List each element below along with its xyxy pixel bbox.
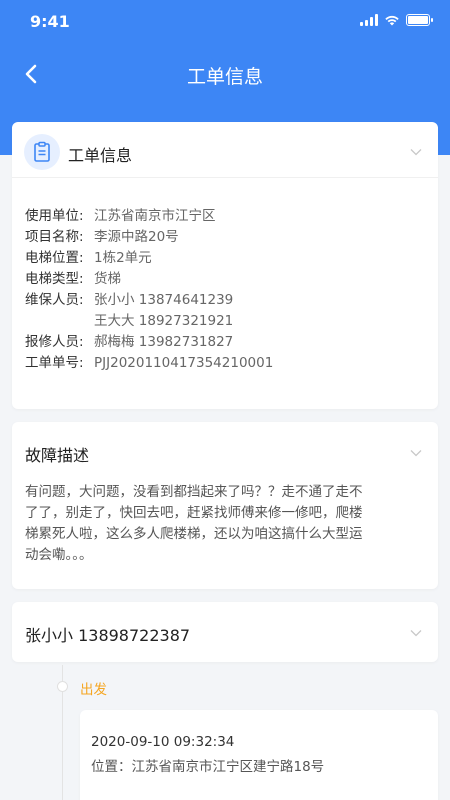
work-order-info-title: 工单信息 [68, 146, 133, 165]
info-row-elevator-location: 电梯位置: 1栋2单元 [25, 250, 152, 266]
timeline-event-card: 2020-09-10 09:32:34 位置：江苏省南京市江宁区建宁路18号 [80, 710, 438, 800]
chevron-down-icon[interactable] [410, 629, 422, 637]
signal-icon [360, 14, 378, 26]
event-location: 位置：江苏省南京市江宁区建宁路18号 [91, 759, 325, 775]
staff-contact-title: 张小小 13898722387 [25, 626, 191, 645]
info-row-reporter: 报修人员: 郝梅梅 13982731827 [25, 334, 234, 350]
info-row-maintenance-staff-2: 王大大 18927321921 [94, 313, 234, 329]
work-order-info-header[interactable]: 工单信息 [12, 122, 438, 178]
page-title: 工单信息 [186, 66, 263, 88]
event-time: 2020-09-10 09:32:34 [91, 734, 235, 750]
fault-description-card[interactable]: 故障描述 有问题，大问题，没看到都挡起来了吗？？走不通了走不了了，别走了，快回去… [12, 422, 438, 589]
info-row-order-number: 工单单号: PJJ2020110417354210001 [25, 355, 274, 371]
info-row-unit: 使用单位: 江苏省南京市江宁区 [25, 208, 216, 224]
staff-contact-card[interactable]: 张小小 13898722387 [12, 602, 438, 662]
status-bar: 9:41 [0, 0, 450, 44]
timeline-dot [57, 681, 68, 692]
info-row-elevator-type: 电梯类型: 货梯 [25, 271, 121, 287]
nav-bar: 工单信息 [0, 52, 450, 96]
chevron-down-icon[interactable] [410, 148, 422, 156]
timeline-status: 出发 [80, 682, 107, 698]
info-row-maintenance-staff: 维保人员: 张小小 13874641239 [25, 292, 234, 308]
clipboard-icon [24, 134, 60, 170]
wifi-icon [385, 15, 399, 26]
chevron-down-icon[interactable] [410, 449, 422, 457]
fault-description-title: 故障描述 [25, 446, 90, 465]
status-time: 9:41 [30, 12, 70, 31]
work-order-info-card: 工单信息 使用单位: 江苏省南京市江宁区 项目名称: 李源中路20号 电梯位置: 1栋… [12, 122, 438, 409]
fault-description-text: 有问题，大问题，没看到都挡起来了吗？？走不通了走不了了，别走了，快回去吧，赶紧找… [25, 484, 363, 563]
work-order-info-rows: 使用单位: 江苏省南京市江宁区 项目名称: 李源中路20号 电梯位置: 1栋2单元 电… [25, 206, 273, 374]
status-icons [360, 14, 433, 26]
battery-icon [406, 14, 433, 26]
info-row-project: 项目名称: 李源中路20号 [25, 229, 179, 245]
